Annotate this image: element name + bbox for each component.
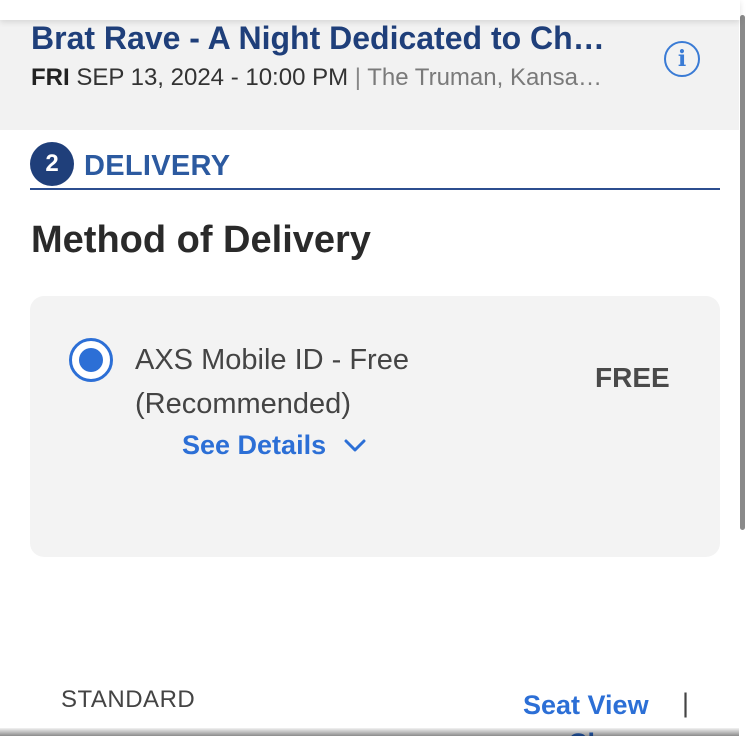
delivery-option-radio[interactable] (69, 338, 113, 382)
event-day: FRI (31, 64, 70, 91)
scrollbar-thumb[interactable] (740, 15, 745, 530)
info-glyph: i (677, 46, 687, 72)
event-separator: | (354, 64, 361, 91)
chevron-down-icon (344, 439, 366, 451)
see-details-link[interactable]: See Details (182, 430, 366, 461)
event-venue: The Truman, Kansa… (367, 64, 602, 91)
step-label: DELIVERY (84, 150, 231, 182)
step-number-badge: 2 (30, 142, 74, 186)
top-bar-shadow (0, 0, 740, 20)
delivery-option-price: FREE (595, 362, 670, 393)
info-icon[interactable]: i (664, 41, 700, 77)
seat-view-link[interactable]: Seat View (523, 690, 649, 721)
delivery-option-card[interactable]: AXS Mobile ID - Free (Recommended) FREE … (30, 296, 720, 557)
step-header: 2 DELIVERY (30, 142, 720, 190)
delivery-option-label: AXS Mobile ID - Free (Recommended) (135, 344, 409, 420)
event-title: Brat Rave - A Night Dedicated to Ch… (31, 20, 605, 56)
bottom-edge-shadow (0, 728, 750, 736)
section-title: Method of Delivery (31, 219, 371, 261)
event-datetime: SEP 13, 2024 - 10:00 PM (76, 64, 349, 91)
event-subtitle: FRI SEP 13, 2024 - 10:00 PM | The Truman… (31, 64, 631, 92)
ticket-type-label: STANDARD (61, 686, 196, 713)
footer-separator: | (682, 688, 690, 718)
radio-selected-dot (79, 348, 103, 372)
see-details-label: See Details (182, 430, 327, 460)
checkout-page: Brat Rave - A Night Dedicated to Ch… FRI… (0, 0, 750, 736)
